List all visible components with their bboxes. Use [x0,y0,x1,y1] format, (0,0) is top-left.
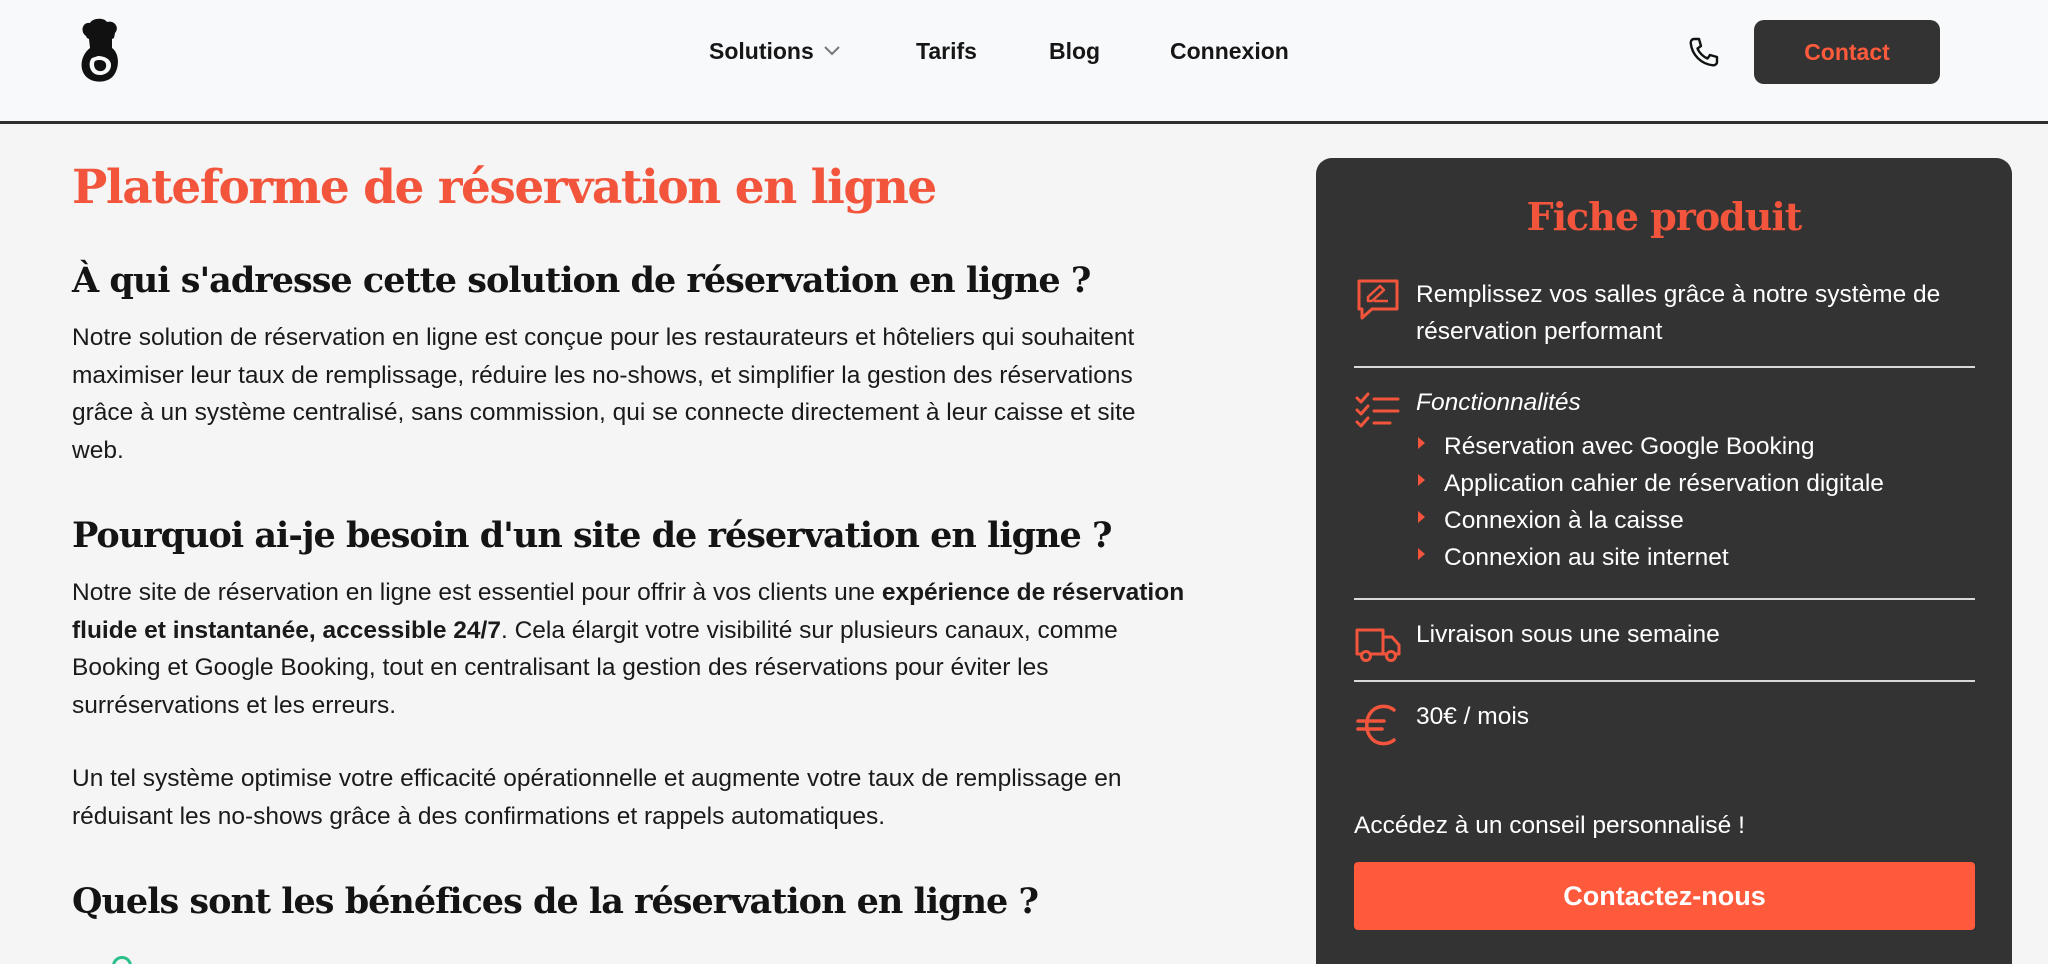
message-edit-icon [1357,279,1399,320]
nav-solutions-label: Solutions [709,38,814,64]
euro-icon [1356,704,1396,746]
triangle-bullet-icon [1418,474,1425,486]
card-price-row: 30€ / mois [1354,698,1974,758]
section-heading-why: Pourquoi ai-je besoin d'un site de réser… [72,515,1112,556]
site-header: Solutions Tarifs Blog Connexion Contact [0,0,2048,124]
card-divider [1354,598,1975,600]
product-card: Fiche produit Remplissez vos salles grâc… [1316,158,2012,964]
section-heading-audience: À qui s'adresse cette solution de réserv… [72,260,1091,301]
contactez-nous-button[interactable]: Contactez-nous [1354,862,1975,930]
delivery-text: Livraison sous une semaine [1416,621,1720,648]
nav-connexion[interactable]: Connexion [1170,38,1289,65]
triangle-bullet-icon [1418,548,1425,560]
card-divider [1354,680,1975,682]
feature-item-label: Connexion au site internet [1444,544,1729,571]
nav-solutions[interactable]: Solutions [709,38,840,65]
card-divider [1354,366,1975,368]
check-circle-icon [112,956,132,964]
page-title: Plateforme de réservation en ligne [72,160,937,215]
why-text-before: Notre site de réservation en ligne est e… [72,579,882,606]
card-delivery-row: Livraison sous une semaine [1354,616,1974,676]
feature-item-label: Connexion à la caisse [1444,507,1684,534]
checklist-icon [1355,392,1400,428]
card-intro-row: Remplissez vos salles grâce à notre syst… [1354,276,1974,366]
triangle-bullet-icon [1418,437,1425,449]
truck-icon [1355,628,1401,662]
feature-item-label: Application cahier de réservation digita… [1444,470,1884,497]
section-text-audience: Notre solution de réservation en ligne e… [72,324,1136,464]
card-title: Fiche produit [1526,194,1803,239]
section-heading-benefits: Quels sont les bénéfices de la réservati… [72,881,1039,922]
card-features-row: Fonctionnalités Réservation avec Google … [1354,384,1974,584]
feature-item-label: Réservation avec Google Booking [1444,433,1815,460]
chevron-down-icon [824,46,840,56]
nav-blog[interactable]: Blog [1049,38,1100,65]
section-text-why: Notre site de réservation en ligne est e… [72,574,1192,724]
advice-text: Accédez à un conseil personnalisé ! [1354,812,1745,839]
contact-button[interactable]: Contact [1754,20,1940,84]
section-text-why-2: Un tel système optimise votre efficacité… [72,765,1122,830]
triangle-bullet-icon [1418,511,1425,523]
card-intro-text: Remplissez vos salles grâce à notre syst… [1416,281,1941,345]
features-title: Fonctionnalités [1416,389,1581,416]
nav-tarifs[interactable]: Tarifs [916,38,977,65]
price-text: 30€ / mois [1416,703,1530,730]
chef-logo-icon[interactable] [78,18,124,84]
phone-icon[interactable] [1688,36,1720,68]
